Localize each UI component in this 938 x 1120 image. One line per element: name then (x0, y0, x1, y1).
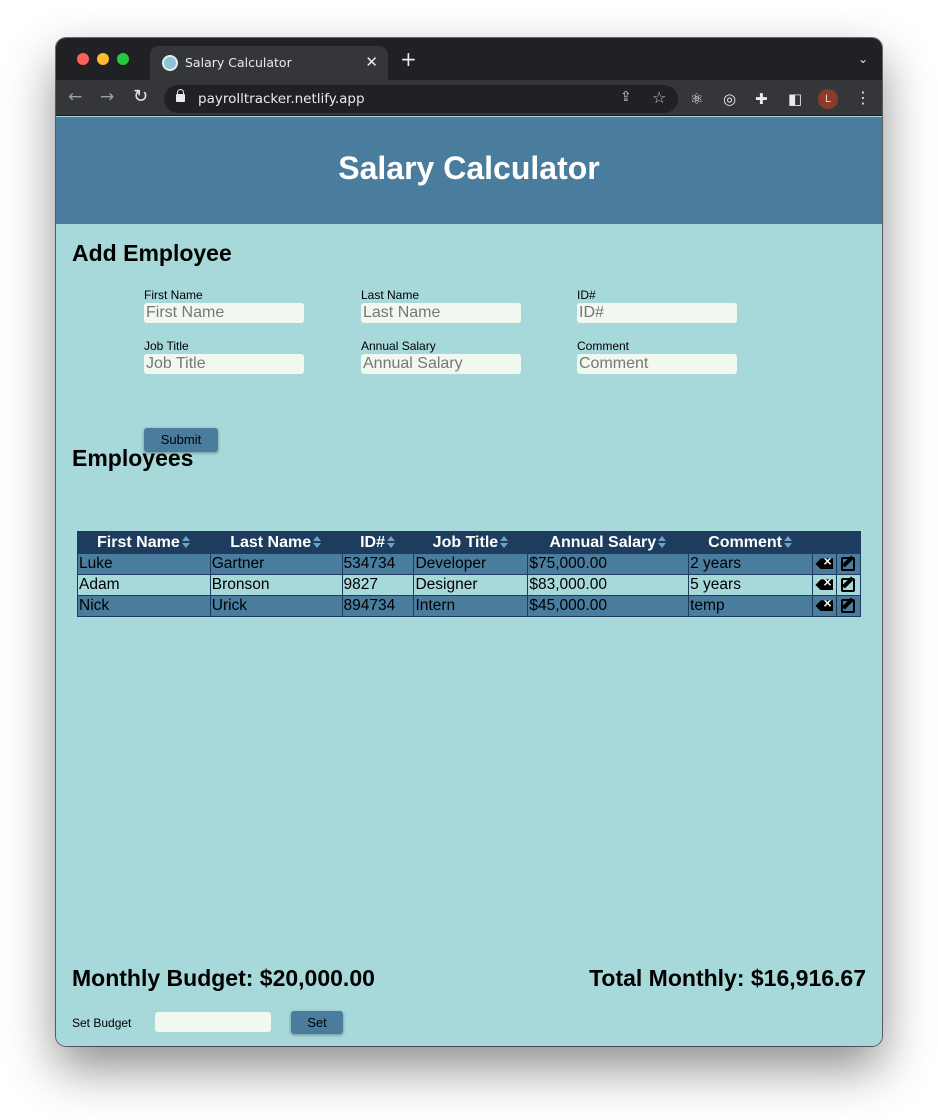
edit-icon[interactable] (841, 577, 856, 592)
cell-id: 894734 (341, 595, 415, 617)
set-budget-button[interactable]: Set (291, 1011, 343, 1034)
column-header-edit (835, 531, 862, 554)
sort-icon[interactable] (386, 535, 396, 549)
column-header-delete (811, 531, 837, 554)
delete-icon[interactable] (815, 558, 834, 570)
table-row: Nick Urick 894734 Intern $45,000.00 temp (77, 595, 862, 617)
id-label: ID# (577, 288, 596, 302)
new-tab-icon[interactable]: + (400, 49, 417, 69)
tab-search-chevron-icon[interactable]: ⌄ (858, 52, 868, 66)
delete-icon[interactable] (815, 579, 834, 591)
annual-salary-label: Annual Salary (361, 339, 436, 353)
close-window-button[interactable] (77, 53, 89, 65)
edit-cell (835, 595, 862, 617)
tab-bar: Salary Calculator ✕ + ⌄ (56, 38, 882, 80)
page-title: Salary Calculator (338, 150, 600, 186)
url-text[interactable]: payrolltracker.netlify.app (198, 91, 365, 107)
star-icon[interactable]: ☆ (652, 88, 666, 107)
delete-cell (811, 595, 837, 617)
add-employee-heading: Add Employee (72, 240, 232, 266)
cell-last-name: Urick (209, 595, 343, 617)
favicon-icon (162, 55, 178, 71)
total-monthly-text: Total Monthly: $16,916.67 (589, 965, 866, 991)
address-bar[interactable]: payrolltracker.netlify.app ⇪ ☆ (164, 85, 678, 113)
react-icon[interactable]: ⚛ (690, 90, 703, 108)
sort-icon[interactable] (500, 535, 509, 549)
cell-last-name: Bronson (209, 574, 343, 596)
budget-input[interactable] (155, 1012, 271, 1032)
browser-toolbar: ← → ↻ payrolltracker.netlify.app ⇪ ☆ ⚛ ◎… (56, 80, 882, 116)
maximize-window-button[interactable] (117, 53, 129, 65)
forward-arrow-icon[interactable]: → (100, 86, 114, 108)
comment-label: Comment (577, 339, 630, 353)
cell-first-name: Adam (77, 574, 211, 596)
side-panel-icon[interactable]: ◧ (788, 90, 802, 108)
cell-first-name: Luke (77, 553, 211, 575)
monthly-budget-text: Monthly Budget: $20,000.00 (72, 965, 375, 991)
column-header-job-title[interactable]: Job Title (413, 531, 529, 554)
employees-table: First Name Last Name ID# Job Title Annua… (77, 531, 862, 617)
last-name-input[interactable] (361, 303, 521, 323)
cell-annual-salary: $75,000.00 (527, 553, 690, 575)
cell-comment: 5 years (688, 574, 813, 596)
cell-id: 534734 (341, 553, 415, 575)
last-name-label: Last Name (361, 288, 420, 302)
page-header: Salary Calculator (56, 117, 882, 224)
annual-salary-input[interactable] (361, 354, 521, 374)
edit-cell (835, 574, 862, 596)
close-tab-icon[interactable]: ✕ (365, 53, 378, 71)
cell-job-title: Designer (413, 574, 529, 596)
sort-icon[interactable] (658, 535, 667, 549)
job-title-label: Job Title (144, 339, 189, 353)
cell-annual-salary: $83,000.00 (527, 574, 690, 596)
cell-first-name: Nick (77, 595, 211, 617)
column-header-first-name[interactable]: First Name (77, 531, 211, 554)
target-icon[interactable]: ◎ (723, 90, 736, 108)
browser-window: Salary Calculator ✕ + ⌄ ← → ↻ payrolltra… (56, 38, 882, 1046)
browser-tab[interactable]: Salary Calculator ✕ (150, 46, 388, 80)
page-content: Salary Calculator Add Employee First Nam… (56, 117, 882, 1046)
cell-id: 9827 (341, 574, 415, 596)
set-budget-label: Set Budget (72, 1016, 132, 1030)
edit-icon[interactable] (841, 598, 856, 613)
edit-icon[interactable] (841, 556, 856, 571)
sort-icon[interactable] (181, 535, 191, 549)
table-row: Luke Gartner 534734 Developer $75,000.00… (77, 553, 862, 575)
table-row: Adam Bronson 9827 Designer $83,000.00 5 … (77, 574, 862, 596)
minimize-window-button[interactable] (97, 53, 109, 65)
cell-comment: 2 years (688, 553, 813, 575)
cell-job-title: Developer (413, 553, 529, 575)
first-name-input[interactable] (144, 303, 304, 323)
cell-comment: temp (688, 595, 813, 617)
delete-cell (811, 574, 837, 596)
first-name-label: First Name (144, 288, 203, 302)
table-header-row: First Name Last Name ID# Job Title Annua… (77, 531, 862, 554)
back-arrow-icon[interactable]: ← (68, 86, 82, 108)
column-header-annual-salary[interactable]: Annual Salary (527, 531, 690, 554)
delete-cell (811, 553, 837, 575)
column-header-last-name[interactable]: Last Name (209, 531, 343, 554)
cell-last-name: Gartner (209, 553, 343, 575)
cell-job-title: Intern (413, 595, 529, 617)
lock-icon[interactable] (176, 89, 185, 102)
comment-input[interactable] (577, 354, 737, 374)
column-header-id[interactable]: ID# (341, 531, 415, 554)
puzzle-icon[interactable]: ✚ (755, 90, 768, 108)
edit-cell (835, 553, 862, 575)
tab-title: Salary Calculator (185, 55, 292, 70)
delete-icon[interactable] (815, 600, 834, 612)
sort-icon[interactable] (313, 535, 322, 549)
share-icon[interactable]: ⇪ (620, 89, 632, 105)
cell-annual-salary: $45,000.00 (527, 595, 690, 617)
employees-heading: Employees (72, 445, 194, 471)
avatar[interactable]: L (818, 89, 838, 109)
reload-icon[interactable]: ↻ (133, 86, 148, 108)
id-input[interactable] (577, 303, 737, 323)
sort-icon[interactable] (783, 535, 793, 549)
column-header-comment[interactable]: Comment (688, 531, 813, 554)
job-title-input[interactable] (144, 354, 304, 374)
more-menu-icon[interactable]: ⋮ (855, 88, 871, 107)
